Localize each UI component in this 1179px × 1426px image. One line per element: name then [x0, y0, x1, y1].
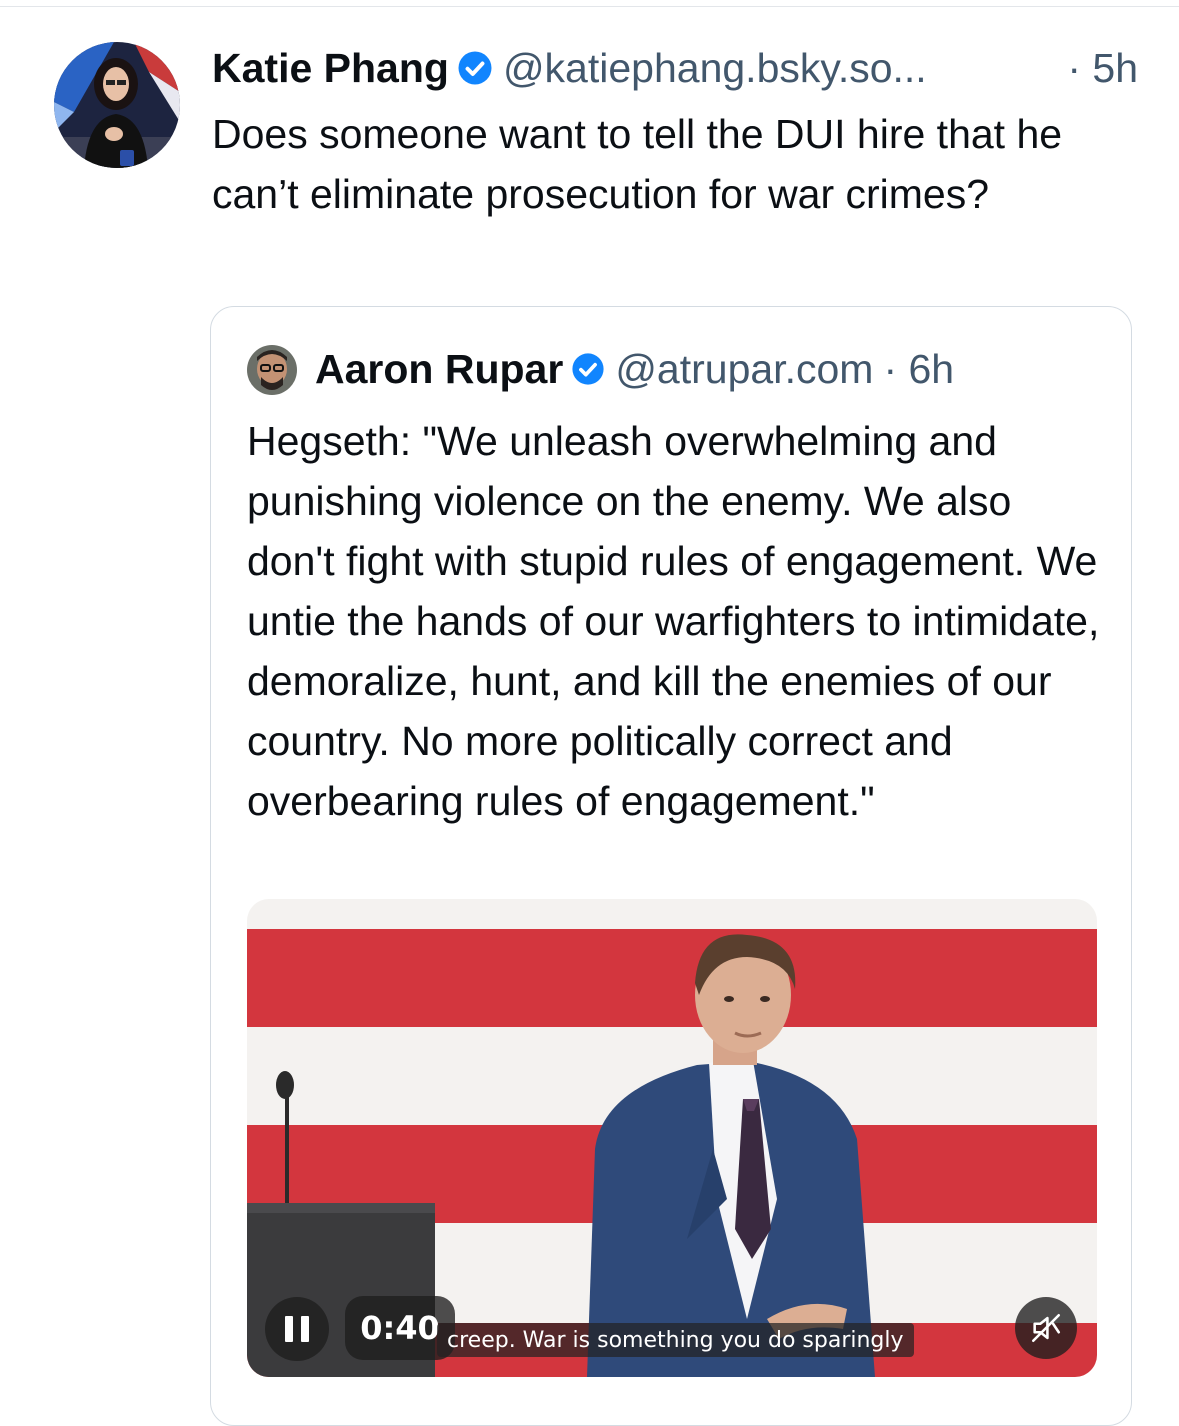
post-text: Does someone want to tell the DUI hire t… — [212, 111, 1063, 217]
quoted-author-avatar-image — [247, 345, 297, 395]
mute-button[interactable] — [1015, 1297, 1077, 1359]
post: Katie Phang @katiephang.bsky.so... · 5h … — [0, 0, 1179, 1426]
video-caption: creep. War is something you do sparingly — [437, 1323, 914, 1357]
post-header: Katie Phang @katiephang.bsky.so... · 5h — [212, 40, 1142, 96]
pause-icon — [285, 1316, 293, 1342]
verified-badge-icon — [458, 51, 492, 85]
verified-badge-icon — [572, 353, 604, 385]
author-handle[interactable]: @katiephang.bsky.so... — [503, 45, 927, 92]
quoted-post-text: Hegseth: "We unleash overwhelming and pu… — [247, 418, 1100, 824]
author-avatar[interactable] — [54, 42, 180, 168]
quoted-author-name[interactable]: Aaron Rupar — [315, 346, 563, 393]
quoted-post-card[interactable]: Aaron Rupar @atrupar.com · 6h Hegseth: "… — [210, 306, 1132, 1426]
video-player[interactable]: 0:40 creep. War is something you do spar… — [247, 899, 1097, 1377]
author-avatar-image — [54, 42, 180, 168]
pause-button[interactable] — [265, 1297, 329, 1361]
author-name[interactable]: Katie Phang — [212, 45, 449, 92]
post-timestamp[interactable]: · 5h — [1067, 45, 1142, 92]
quoted-author-handle[interactable]: @atrupar.com — [615, 346, 873, 393]
quoted-post-timestamp[interactable]: · 6h — [883, 346, 954, 393]
quoted-post-header: Aaron Rupar @atrupar.com · 6h — [315, 341, 954, 397]
quoted-author-avatar[interactable] — [247, 345, 297, 395]
mute-icon — [1031, 1313, 1061, 1343]
